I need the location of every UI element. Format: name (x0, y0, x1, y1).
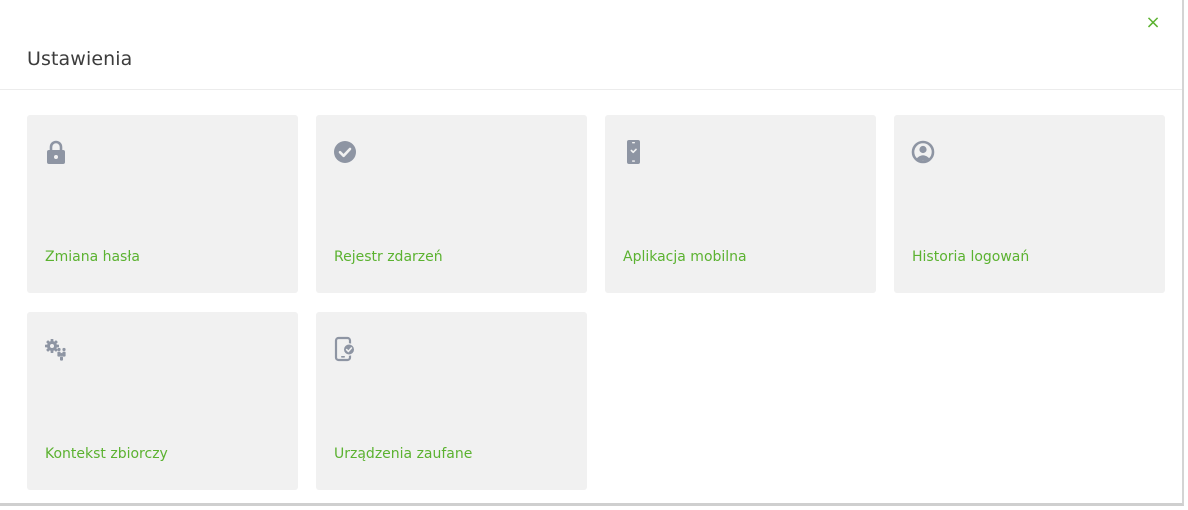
check-circle-icon (334, 141, 356, 163)
user-circle-icon (911, 140, 935, 164)
mobile-phone-icon (627, 140, 640, 164)
close-button[interactable]: × (1144, 14, 1162, 32)
lock-icon (47, 140, 65, 164)
tile-label: Zmiana hasła (45, 249, 140, 265)
tile-label: Rejestr zdarzeń (334, 249, 443, 265)
dialog-header: Ustawienia × (0, 0, 1182, 90)
trusted-device-icon (334, 336, 356, 362)
tile-label: Aplikacja mobilna (623, 249, 747, 265)
tile-label: Historia logowań (912, 249, 1030, 265)
settings-dialog: Ustawienia × Zmiana hasła Rejestr zdarze… (0, 0, 1184, 506)
tile-label: Urządzenia zaufane (334, 446, 473, 462)
tile-event-log[interactable]: Rejestr zdarzeń (316, 115, 587, 293)
gears-users-icon (45, 339, 66, 361)
tile-collective-context[interactable]: Kontekst zbiorczy (27, 312, 298, 490)
tile-label: Kontekst zbiorczy (45, 446, 168, 462)
dialog-title: Ustawienia (27, 48, 133, 70)
tile-change-password[interactable]: Zmiana hasła (27, 115, 298, 293)
tile-mobile-app[interactable]: Aplikacja mobilna (605, 115, 876, 293)
tile-trusted-devices[interactable]: Urządzenia zaufane (316, 312, 587, 490)
tile-login-history[interactable]: Historia logowań (894, 115, 1165, 293)
